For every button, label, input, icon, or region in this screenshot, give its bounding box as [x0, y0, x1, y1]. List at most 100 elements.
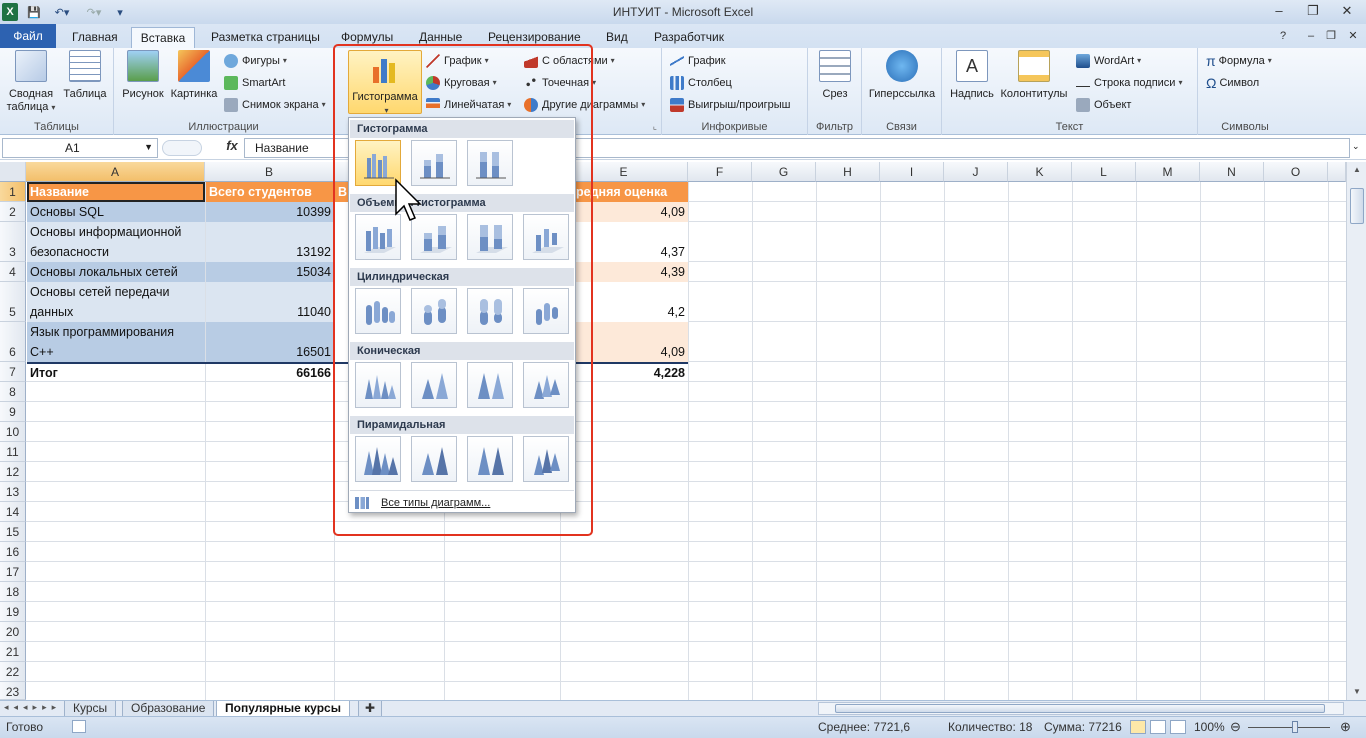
row-header[interactable]: 5 [0, 282, 26, 322]
sheet-nav-icons[interactable]: ◂◂◂▸▸▸ [4, 702, 61, 713]
pivot-table-button[interactable]: Сводная таблица ▾ [4, 50, 58, 114]
cell-a2[interactable]: Основы SQL [27, 202, 205, 222]
formula-bar-expand-handle[interactable] [162, 140, 202, 156]
row-header[interactable]: 1 [0, 182, 26, 202]
scroll-up-icon[interactable]: ▲ [1348, 162, 1366, 178]
row-header[interactable]: 21 [0, 642, 26, 662]
cell-b7[interactable]: 66166 [206, 364, 334, 382]
macro-record-icon[interactable] [72, 720, 86, 733]
page-break-view-icon[interactable] [1170, 720, 1186, 734]
scroll-thumb[interactable] [1350, 188, 1364, 224]
sheet-tab-education[interactable]: Образование [122, 701, 215, 717]
column-header-l[interactable]: L [1072, 162, 1136, 182]
sheet-tab-popular[interactable]: Популярные курсы [216, 701, 350, 717]
slicer-button[interactable]: Срез [814, 50, 856, 101]
sparkline-winloss-button[interactable]: Выигрыш/проигрыш [670, 95, 791, 115]
scroll-down-icon[interactable]: ▼ [1348, 684, 1366, 700]
column-header-g[interactable]: G [752, 162, 816, 182]
row-header[interactable]: 3 [0, 222, 26, 262]
cell-a4[interactable]: Основы локальных сетей [27, 262, 205, 282]
row-header[interactable]: 6 [0, 322, 26, 362]
zoom-slider-track[interactable] [1248, 727, 1330, 728]
column-header-h[interactable]: H [816, 162, 880, 182]
column-header-b[interactable]: B [205, 162, 334, 182]
cell-b4[interactable]: 15034 [206, 262, 334, 282]
row-header[interactable]: 4 [0, 262, 26, 282]
insert-sheet-icon[interactable]: ✚ [358, 701, 382, 717]
tab-developer[interactable]: Разработчик [648, 27, 730, 48]
close-icon[interactable]: ✕ [1336, 2, 1358, 20]
row-header[interactable]: 17 [0, 562, 26, 582]
row-header[interactable]: 9 [0, 402, 26, 422]
row-header[interactable]: 13 [0, 482, 26, 502]
textbox-button[interactable]: A Надпись [946, 50, 998, 101]
object-button[interactable]: Объект [1076, 95, 1131, 115]
wordart-button[interactable]: WordArt ▾ [1076, 51, 1141, 71]
cell-a5[interactable]: Основы сетей передачи данных [27, 282, 205, 322]
row-header[interactable]: 15 [0, 522, 26, 542]
column-header-f[interactable]: F [688, 162, 752, 182]
zoom-level[interactable]: 100% [1194, 720, 1225, 734]
tab-view[interactable]: Вид [600, 27, 634, 48]
row-header[interactable]: 8 [0, 382, 26, 402]
row-header[interactable]: 14 [0, 502, 26, 522]
formula-expand-icon[interactable]: ⌄ [1352, 141, 1360, 152]
cell-b2[interactable]: 10399 [206, 202, 334, 222]
tab-insert[interactable]: Вставка [131, 27, 195, 48]
insert-function-button[interactable]: fx [222, 138, 242, 158]
row-header[interactable]: 20 [0, 622, 26, 642]
tab-home[interactable]: Главная [66, 27, 124, 48]
clipart-button[interactable]: Картинка [168, 50, 220, 101]
row-header[interactable]: 12 [0, 462, 26, 482]
column-header-i[interactable]: I [880, 162, 944, 182]
cell-a7[interactable]: Итог [27, 364, 205, 382]
column-header-a[interactable]: A [26, 162, 205, 182]
smartart-button[interactable]: SmartArt [224, 73, 285, 93]
tab-file[interactable]: Файл [0, 24, 56, 48]
horizontal-scroll-thumb[interactable] [835, 704, 1325, 713]
name-box-dropdown-icon[interactable]: ▼ [144, 142, 153, 152]
shapes-button[interactable]: Фигуры ▾ [224, 51, 287, 71]
hyperlink-button[interactable]: Гиперссылка [866, 50, 938, 101]
vertical-scrollbar[interactable]: ▲ ▼ [1346, 162, 1366, 700]
row-header[interactable]: 19 [0, 602, 26, 622]
header-footer-button[interactable]: Колонтитулы [998, 50, 1070, 101]
sparkline-column-button[interactable]: Столбец [670, 73, 732, 93]
cell-b3[interactable]: 13192 [206, 222, 334, 262]
horizontal-scrollbar[interactable] [818, 702, 1344, 715]
select-all-button[interactable] [0, 162, 26, 182]
page-layout-view-icon[interactable] [1150, 720, 1166, 734]
charts-dialog-launcher-icon[interactable]: ⌞ [653, 121, 657, 132]
tab-page-layout[interactable]: Разметка страницы [205, 27, 326, 48]
cell-b1[interactable]: Всего студентов [206, 182, 334, 202]
symbol-button[interactable]: Ω Символ [1206, 73, 1259, 93]
row-header[interactable]: 23 [0, 682, 26, 700]
signature-line-button[interactable]: Строка подписи ▾ [1076, 73, 1182, 93]
sheet-tab-courses[interactable]: Курсы [64, 701, 117, 717]
picture-button[interactable]: Рисунок [120, 50, 166, 101]
zoom-out-icon[interactable]: ⊖ [1230, 719, 1241, 735]
cell-a6[interactable]: Язык программирования С++ [27, 322, 205, 362]
name-box[interactable]: A1 ▼ [2, 138, 158, 158]
row-header[interactable]: 11 [0, 442, 26, 462]
ribbon-restore-icon[interactable]: ❐ [1320, 27, 1342, 45]
row-header[interactable]: 22 [0, 662, 26, 682]
row-header[interactable]: 10 [0, 422, 26, 442]
column-header-o[interactable]: O [1264, 162, 1328, 182]
ribbon-close-icon[interactable]: ✕ [1342, 27, 1364, 45]
restore-icon[interactable]: ❐ [1302, 2, 1324, 20]
cell-b5[interactable]: 11040 [206, 282, 334, 322]
cell-a1[interactable]: Название [27, 182, 205, 202]
sparkline-line-button[interactable]: График [670, 51, 726, 71]
equation-button[interactable]: π Формула ▾ [1206, 51, 1272, 71]
column-header-n[interactable]: N [1200, 162, 1264, 182]
row-header[interactable]: 7 [0, 362, 26, 382]
zoom-slider-thumb[interactable] [1292, 721, 1298, 733]
table-button[interactable]: Таблица [60, 50, 110, 101]
screenshot-button[interactable]: Снимок экрана ▾ [224, 95, 326, 115]
ribbon-minimize-icon[interactable]: – [1300, 27, 1322, 45]
zoom-in-icon[interactable]: ⊕ [1340, 719, 1351, 735]
worksheet-grid[interactable]: A B C D E F G H I J K L M N O 1 2 3 4 5 … [0, 162, 1346, 700]
minimize-icon[interactable]: – [1268, 2, 1290, 20]
help-icon[interactable]: ? [1272, 27, 1294, 45]
